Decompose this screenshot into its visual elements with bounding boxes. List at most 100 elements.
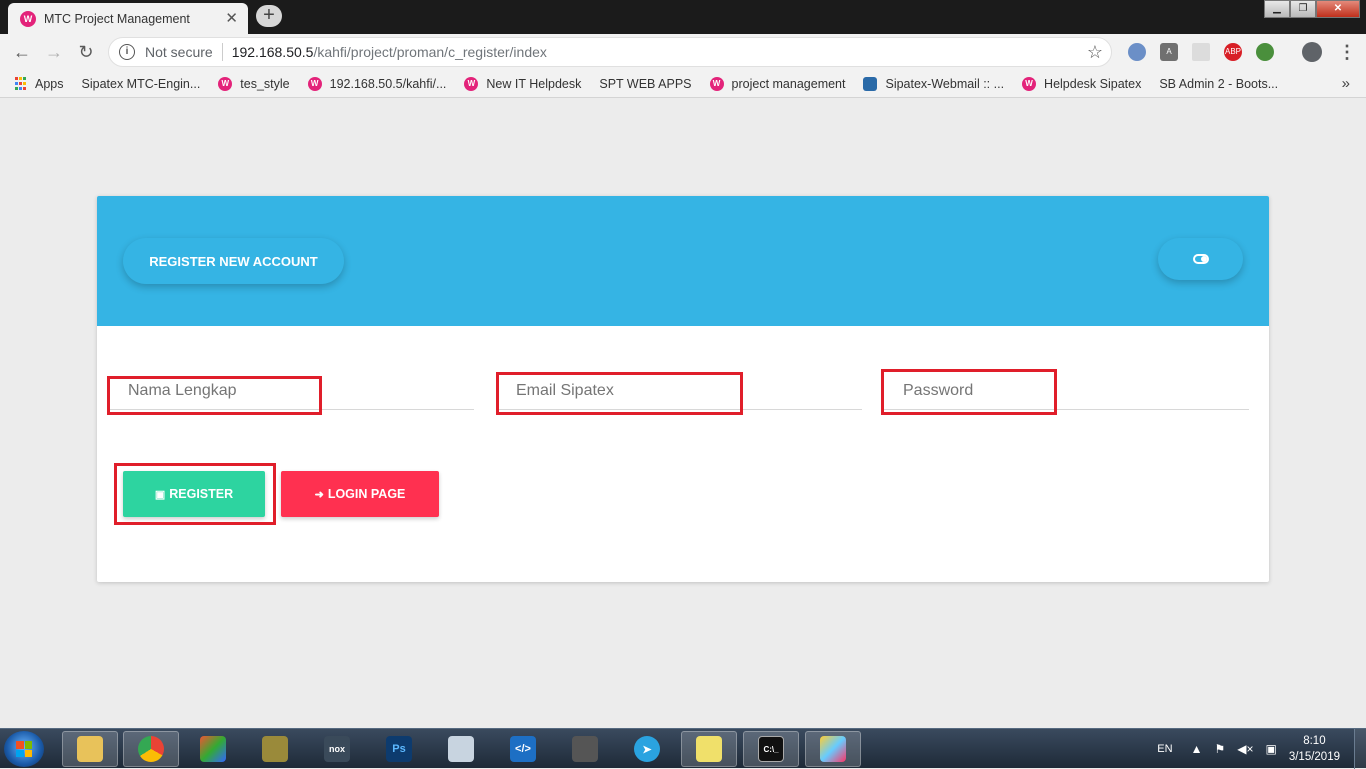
bookmark-label: 192.168.50.5/kahfi/... (329, 76, 447, 91)
bookmark-label: Sipatex MTC-Engin... (81, 76, 201, 91)
extension-icon[interactable] (1128, 43, 1146, 61)
back-arrow-icon[interactable]: ← (10, 40, 34, 64)
new-tab-button[interactable]: + (256, 5, 282, 27)
login-page-button[interactable]: ➜ LOGIN PAGE (281, 471, 439, 517)
bookmarks-overflow-icon[interactable]: » (1342, 75, 1350, 92)
extension-icon[interactable] (1256, 43, 1274, 61)
bookmarks-bar: Apps Sipatex MTC-Engin... W tes_style W … (0, 70, 1366, 182)
url-host: 192.168.50.5 (231, 44, 314, 60)
browser-tab[interactable]: W MTC Project Management ✕ (8, 3, 248, 34)
clock[interactable]: 8:10 3/15/2019 (1289, 733, 1340, 765)
tab-title: MTC Project Management (44, 11, 190, 26)
show-hidden-icons-icon[interactable]: ▲ (1191, 742, 1203, 756)
bookmark-label: New IT Helpdesk (486, 76, 582, 91)
password-field-wrapper (883, 374, 1249, 410)
taskbar-cmd[interactable]: C:\_ (743, 731, 799, 767)
start-button[interactable] (4, 731, 44, 767)
reload-icon[interactable]: ↻ (74, 40, 98, 64)
toggle-icon (1192, 254, 1209, 264)
bookmark-item[interactable]: Sipatex-Webmail :: ... (863, 76, 1005, 91)
taskbar-nox[interactable]: nox (309, 731, 365, 767)
window-close-button[interactable]: ✕ (1316, 0, 1360, 18)
bookmark-label: SPT WEB APPS (599, 76, 692, 91)
taskbar-security[interactable] (557, 731, 613, 767)
profile-avatar-icon[interactable] (1302, 42, 1322, 62)
lock-icon (572, 736, 598, 762)
terminal-icon: C:\_ (758, 736, 784, 762)
windows-logo-icon (16, 741, 32, 757)
minimize-button[interactable]: ▁ (1264, 0, 1290, 18)
angular-extension-icon[interactable]: A (1160, 43, 1178, 61)
bookmark-item[interactable]: W project management (709, 76, 845, 91)
nox-icon: nox (324, 736, 350, 762)
bookmark-label: Helpdesk Sipatex (1044, 76, 1142, 91)
adblock-extension-icon[interactable]: ABP (1224, 43, 1242, 61)
info-icon[interactable]: i (119, 44, 135, 60)
calculator-icon (448, 736, 474, 762)
address-bar[interactable]: i Not secure 192.168.50.5/kahfi/project/… (108, 37, 1112, 67)
action-center-flag-icon[interactable]: ⚑ (1214, 742, 1225, 756)
extension-icon[interactable] (1192, 43, 1210, 61)
taskbar-telegram[interactable]: ➤ (619, 731, 675, 767)
password-input[interactable] (883, 374, 1249, 408)
bookmark-item[interactable]: W New IT Helpdesk (464, 76, 582, 91)
show-desktop-button[interactable] (1354, 729, 1366, 769)
wamp-favicon-icon: W (20, 10, 36, 27)
language-indicator[interactable]: EN (1157, 743, 1172, 755)
sign-in-icon: ➜ (314, 488, 324, 501)
name-input[interactable] (108, 374, 474, 408)
url-text: 192.168.50.5/kahfi/project/proman/c_regi… (232, 44, 547, 60)
divider (221, 43, 223, 61)
bookmark-star-icon[interactable]: ☆ (1087, 42, 1103, 63)
bookmark-item[interactable]: Sipatex MTC-Engin... (0, 76, 201, 182)
tab-close-icon[interactable]: ✕ (225, 9, 238, 27)
wamp-icon: W (1022, 76, 1037, 91)
bookmark-item[interactable]: W tes_style (218, 76, 290, 91)
volume-muted-icon[interactable]: ◀× (1237, 742, 1253, 756)
folder-icon (77, 736, 103, 762)
menu-kebab-icon[interactable]: ⋮ (1338, 42, 1356, 63)
register-label: REGISTER (169, 487, 234, 501)
bookmark-item[interactable]: SPT WEB APPS (0, 76, 692, 182)
bookmark-item[interactable]: SB Admin 2 - Boots... (0, 76, 1279, 182)
telegram-icon: ➤ (634, 736, 660, 762)
url-path: /kahfi/project/proman/c_register/index (313, 44, 547, 60)
email-field-wrapper (496, 374, 862, 410)
login-label: LOGIN PAGE (327, 487, 406, 501)
apps-grid-icon (14, 77, 27, 90)
taskbar-sticky-notes[interactable] (681, 731, 737, 767)
bookmark-label: Sipatex-Webmail :: ... (885, 76, 1005, 91)
window-controls: ▁ ❐ ✕ (1264, 0, 1360, 18)
register-title: REGISTER NEW ACCOUNT (123, 238, 344, 284)
wamp-icon: W (464, 76, 479, 91)
sticky-notes-icon (696, 736, 722, 762)
mail-icon (863, 76, 878, 91)
taskbar-calculator[interactable] (433, 731, 489, 767)
clock-date: 3/15/2019 (1288, 751, 1340, 763)
register-button[interactable]: ▣ REGISTER (123, 471, 265, 517)
bookmark-label: SB Admin 2 - Boots... (1159, 76, 1279, 91)
tools-icon (262, 736, 288, 762)
email-input[interactable] (496, 374, 862, 408)
taskbar-photoshop[interactable]: Ps (371, 731, 427, 767)
taskbar-paint[interactable] (185, 731, 241, 767)
bookmark-apps[interactable]: Apps (14, 77, 64, 91)
taskbar-chrome[interactable] (123, 731, 179, 767)
bookmark-item[interactable]: W 192.168.50.5/kahfi/... (307, 76, 447, 91)
forward-arrow-icon[interactable]: → (42, 40, 66, 64)
save-icon: ▣ (154, 488, 166, 501)
security-status: Not secure (145, 44, 213, 60)
network-icon[interactable]: ▣ (1265, 742, 1276, 756)
taskbar-vscode[interactable]: </> (495, 731, 551, 767)
paint-icon (200, 736, 226, 762)
taskbar-paint-app[interactable] (805, 731, 861, 767)
taskbar: nox Ps </> ➤ C:\_ EN ▲ ⚑ ◀× ▣ 8:10 3/15/… (0, 728, 1366, 769)
register-card: REGISTER NEW ACCOUNT ▣ REGISTER ➜ LOGIN … (97, 196, 1269, 582)
theme-toggle-button[interactable] (1158, 238, 1243, 280)
vscode-icon: </> (510, 736, 536, 762)
taskbar-explorer[interactable] (62, 731, 118, 767)
maximize-button[interactable]: ❐ (1290, 0, 1316, 18)
bookmark-item[interactable]: W Helpdesk Sipatex (1022, 76, 1142, 91)
taskbar-tools[interactable] (247, 731, 303, 767)
page-body: REGISTER NEW ACCOUNT ▣ REGISTER ➜ LOGIN … (0, 98, 1366, 728)
